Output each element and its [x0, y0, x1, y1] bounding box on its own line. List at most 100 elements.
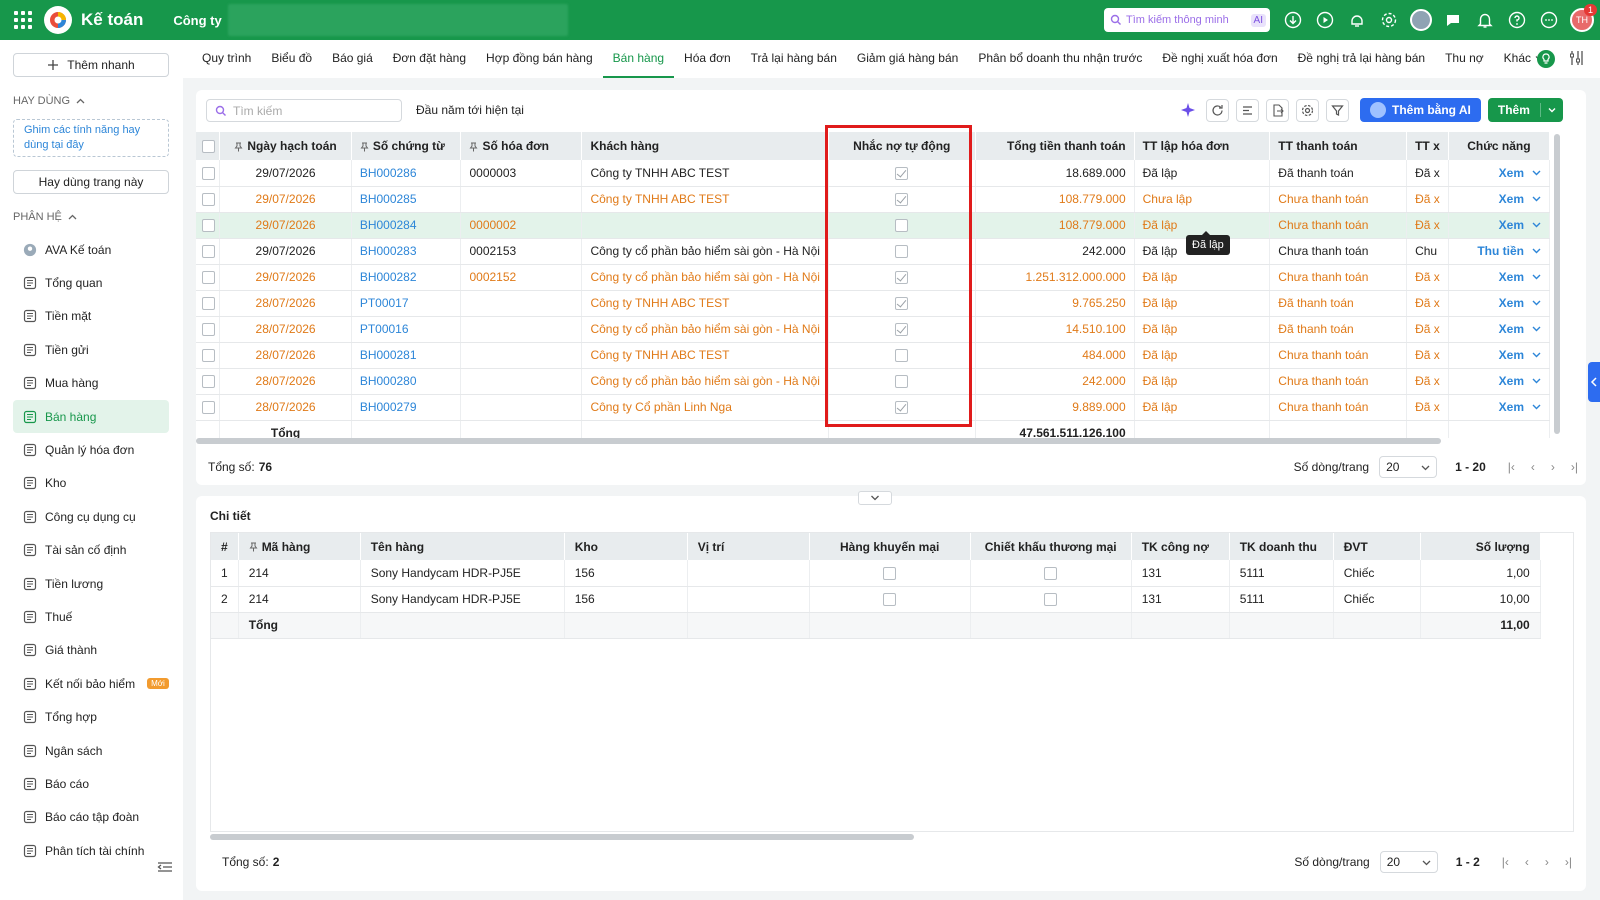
row-checkbox[interactable]: [202, 245, 215, 259]
voucher-link[interactable]: BH000282: [351, 264, 462, 291]
detail-column-header[interactable]: Chiết khấu thương mại: [970, 533, 1132, 560]
sidebar-item[interactable]: Tiền lương: [13, 567, 169, 600]
row-checkbox[interactable]: [202, 219, 215, 233]
sidebar-item[interactable]: Tiền mặt: [13, 300, 169, 333]
app-grid-icon[interactable]: [14, 11, 32, 29]
settings-icon[interactable]: [1296, 98, 1319, 122]
prev-page-icon[interactable]: ‹: [1531, 460, 1535, 474]
prev-page-icon[interactable]: ‹: [1525, 855, 1529, 869]
action-cell[interactable]: Xem: [1448, 160, 1550, 187]
action-link[interactable]: Xem: [1499, 374, 1524, 388]
add-dropdown-chevron-icon[interactable]: [1541, 105, 1563, 115]
sidebar-item[interactable]: Báo cáo tập đoàn: [13, 801, 169, 834]
detail-column-header[interactable]: Kho: [564, 533, 688, 560]
next-page-icon[interactable]: ›: [1551, 460, 1555, 474]
refresh-icon[interactable]: [1206, 98, 1229, 122]
column-header[interactable]: Tổng tiền thanh toán: [975, 132, 1135, 160]
table-row[interactable]: 28/07/2026 PT00016 Công ty cổ phần bảo hiể…: [196, 316, 1550, 343]
table-row[interactable]: 29/07/2026 BH000283 0002153 Công ty cổ phần…: [196, 238, 1550, 265]
chevron-down-icon[interactable]: [1532, 400, 1541, 414]
auto-remind-checkbox[interactable]: [895, 245, 909, 259]
action-cell[interactable]: Xem: [1448, 212, 1550, 239]
action-link[interactable]: Xem: [1499, 296, 1524, 310]
auto-remind-checkbox[interactable]: [895, 166, 909, 180]
voucher-link[interactable]: BH000283: [351, 238, 462, 265]
detail-column-header[interactable]: Vị trí: [687, 533, 810, 560]
smart-search-input[interactable]: Tìm kiếm thông minh AI: [1104, 8, 1270, 32]
detail-column-header[interactable]: TK công nợ: [1131, 533, 1230, 560]
action-cell[interactable]: Thu tiền: [1448, 238, 1550, 265]
select-all-checkbox[interactable]: [202, 140, 215, 154]
collapse-sidebar-icon[interactable]: [150, 855, 180, 879]
detail-column-header[interactable]: TK doanh thu: [1229, 533, 1334, 560]
voucher-link[interactable]: BH000279: [351, 394, 462, 421]
auto-remind-checkbox[interactable]: [895, 271, 909, 285]
ai-sparkle-icon[interactable]: [1176, 99, 1199, 122]
action-cell[interactable]: Xem: [1448, 342, 1550, 369]
customize-icon[interactable]: [1568, 49, 1586, 69]
pin-icon[interactable]: [234, 139, 247, 153]
tab-item[interactable]: Hợp đồng bán hàng: [476, 40, 603, 78]
auto-remind-checkbox[interactable]: [895, 323, 909, 337]
sidebar-item[interactable]: Quản lý hóa đơn: [13, 433, 169, 466]
chevron-down-icon[interactable]: [1532, 296, 1541, 310]
action-link[interactable]: Xem: [1499, 192, 1524, 206]
detail-column-header[interactable]: Tên hàng: [360, 533, 565, 560]
voucher-link[interactable]: BH000281: [351, 342, 462, 369]
sidebar-item[interactable]: Tổng quan: [13, 266, 169, 299]
pin-icon[interactable]: [249, 540, 262, 554]
chevron-down-icon[interactable]: [1532, 348, 1541, 362]
bulb-icon[interactable]: [1536, 49, 1556, 69]
export-icon[interactable]: [1266, 98, 1289, 122]
play-icon[interactable]: [1314, 9, 1336, 31]
table-row[interactable]: 29/07/2026 BH000284 0000002 108.779.000 Đã l…: [196, 212, 1550, 239]
sidebar-item[interactable]: Bán hàng: [13, 399, 169, 434]
action-cell[interactable]: Xem: [1448, 316, 1550, 343]
horizontal-scrollbar[interactable]: [196, 438, 1441, 444]
tab-item[interactable]: Thu nợ: [1435, 40, 1494, 78]
action-cell[interactable]: Xem: [1448, 186, 1550, 213]
last-page-icon[interactable]: ›|: [1571, 460, 1578, 474]
vertical-scrollbar[interactable]: [1554, 134, 1560, 434]
sidebar-item[interactable]: Báo cáo: [13, 767, 169, 800]
auto-remind-checkbox[interactable]: [895, 349, 909, 363]
rows-per-page-select[interactable]: 20: [1379, 456, 1438, 478]
auto-remind-checkbox[interactable]: [895, 375, 909, 389]
user-avatar[interactable]: TH 1: [1570, 4, 1597, 32]
detail-horizontal-scrollbar[interactable]: [210, 834, 914, 840]
table-row[interactable]: 29/07/2026 BH000282 0002152 Công ty cổ phần…: [196, 264, 1550, 291]
detail-row[interactable]: 2 214 Sony Handycam HDR-PJ5E 156 131 5111 Chiế…: [211, 586, 1541, 613]
voucher-link[interactable]: PT00016: [351, 316, 462, 343]
detail-column-header[interactable]: ĐVT: [1333, 533, 1421, 560]
voucher-link[interactable]: BH000286: [351, 160, 462, 187]
use-this-page-button[interactable]: Hay dùng trang này: [13, 170, 169, 194]
column-header[interactable]: TT x: [1406, 132, 1449, 160]
action-link[interactable]: Xem: [1499, 166, 1524, 180]
sidebar-item[interactable]: Mua hàng: [13, 367, 169, 400]
promo-checkbox[interactable]: [883, 566, 897, 580]
action-cell[interactable]: Xem: [1448, 394, 1550, 421]
more-icon[interactable]: [1538, 9, 1560, 31]
sort-icon[interactable]: [1236, 98, 1259, 122]
action-cell[interactable]: Xem: [1448, 264, 1550, 291]
side-panel-toggle[interactable]: [1588, 362, 1600, 402]
detail-row[interactable]: 1 214 Sony Handycam HDR-PJ5E 156 131 5111 Chiế…: [211, 560, 1541, 587]
tab-item[interactable]: Bán hàng: [602, 40, 675, 78]
action-link[interactable]: Xem: [1499, 218, 1524, 232]
column-header[interactable]: Số hóa đơn: [460, 132, 583, 160]
support-icon[interactable]: [1346, 9, 1368, 31]
voucher-link[interactable]: BH000285: [351, 186, 462, 213]
action-cell[interactable]: Xem: [1448, 368, 1550, 395]
action-link[interactable]: Xem: [1499, 322, 1524, 336]
auto-remind-checkbox[interactable]: [895, 401, 909, 415]
first-page-icon[interactable]: |‹: [1502, 855, 1509, 869]
table-row[interactable]: 28/07/2026 BH000280 Công ty cổ phần bảo hi…: [196, 368, 1550, 395]
row-checkbox[interactable]: [202, 166, 215, 180]
tab-item[interactable]: Trả lại hàng bán: [741, 40, 847, 78]
discount-checkbox[interactable]: [1044, 593, 1058, 607]
auto-remind-checkbox[interactable]: [895, 297, 909, 311]
column-header[interactable]: Nhắc nợ tự động: [828, 132, 976, 160]
sidebar-item[interactable]: Tài sản cố định: [13, 534, 169, 567]
voucher-link[interactable]: PT00017: [351, 290, 462, 317]
period-filter[interactable]: Đầu năm tới hiện tại: [416, 103, 524, 117]
